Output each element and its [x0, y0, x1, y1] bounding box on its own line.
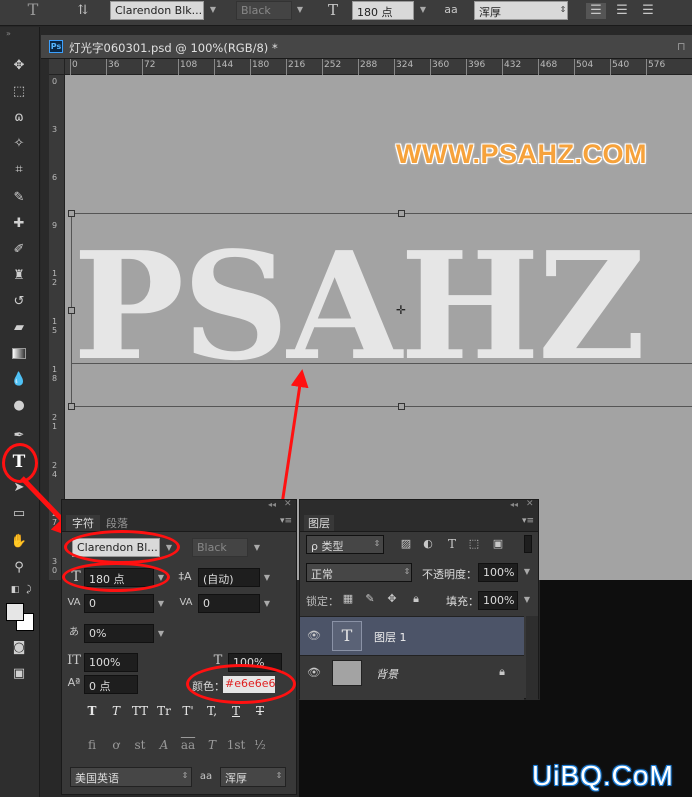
layers-panel-header: ◂◂ ✕ [300, 499, 538, 512]
kerning-icon: VA [67, 597, 81, 608]
layer-thumbnail-text: T [332, 621, 362, 651]
small-caps-button[interactable]: Tr [154, 704, 174, 718]
layer-row-text[interactable]: 👁︎ T 图层 1 [300, 617, 524, 655]
layer-name: 图层 1 [374, 631, 407, 644]
old-style-button[interactable]: ơ [106, 738, 126, 752]
tsume-dropdown-icon[interactable]: ▼ [154, 629, 168, 638]
lock-all-icon[interactable]: 🔒︎ [408, 591, 424, 607]
stylistic-alternates-button[interactable]: aa [178, 738, 198, 752]
layers-scrollbar[interactable] [526, 616, 538, 700]
fractions-button[interactable]: ½ [250, 738, 270, 752]
highlight-type-tool [2, 443, 38, 483]
layer-lock-icon: 🔒︎ [499, 665, 505, 678]
layer-thumbnail-background [332, 660, 362, 686]
ligatures-button[interactable]: fi [82, 738, 102, 752]
subscript-button[interactable]: T, [202, 704, 222, 718]
superscript-button[interactable]: T' [178, 704, 198, 718]
tsume-icon: あ [69, 627, 79, 638]
font-style-dropdown-icon: ▼ [253, 543, 261, 552]
fill-dropdown-icon[interactable]: ▼ [520, 595, 534, 604]
opentype-buttons: fi ơ st A aa T 1st ½ [62, 738, 296, 762]
layers-tab-strip: 图层 ▾≡ [300, 512, 538, 532]
layers-panel: ◂◂ ✕ 图层 ▾≡ ρ 类型 ⇕ ▨ ◐ T ⬚ ▣ 正常 ⇕ 不透明度： 1… [299, 499, 539, 700]
kerning-dropdown-icon[interactable]: ▼ [154, 599, 168, 608]
lock-image-icon[interactable]: ✎ [362, 591, 378, 607]
leading-field[interactable]: (自动) [198, 568, 260, 587]
leading-icon: ‡A [178, 570, 192, 583]
filter-shape-icon[interactable]: ⬚ [466, 536, 482, 552]
character-tab-strip: 字符 段落 ▾≡ [62, 512, 296, 532]
highlight-font-family [64, 530, 180, 564]
layers-list: 👁︎ T 图层 1 👁︎ 背景 🔒︎ [300, 616, 524, 700]
opacity-label: 不透明度： [422, 568, 477, 581]
lock-position-icon[interactable]: ✥ [384, 591, 400, 607]
empty-workspace-lower [299, 700, 540, 797]
text-style-buttons: T T TT Tr T' T, T T [62, 704, 296, 728]
ordinals-button[interactable]: 1st [226, 738, 246, 752]
filter-pixel-icon[interactable]: ▨ [398, 536, 414, 552]
titling-alternates-button[interactable]: T [202, 738, 222, 752]
tracking-field[interactable]: 0 [198, 594, 260, 613]
filter-type-icon[interactable]: T [444, 536, 460, 552]
faux-italic-button[interactable]: T [106, 704, 126, 718]
panel-close-icon[interactable]: ✕ [284, 499, 292, 509]
kerning-field[interactable]: 0 [84, 594, 154, 613]
antialias-label: aa [199, 771, 213, 782]
tracking-dropdown-icon[interactable]: ▼ [260, 599, 274, 608]
fill-field[interactable]: 100% [478, 591, 518, 610]
visibility-eye-icon[interactable]: 👁︎ [306, 665, 322, 681]
highlight-color [186, 664, 296, 704]
tab-character[interactable]: 字符 [66, 515, 100, 531]
filter-smart-object-icon[interactable]: ▣ [490, 536, 506, 552]
lock-label: 锁定： [306, 595, 339, 608]
filter-toggle-icon[interactable] [524, 535, 532, 553]
panel-menu-icon[interactable]: ▾≡ [522, 516, 534, 526]
swash-button[interactable]: A [154, 738, 174, 752]
font-style-select: Black [192, 538, 248, 557]
layer-name: 背景 [376, 668, 398, 681]
vertical-scale-field[interactable]: 100% [84, 653, 138, 672]
vertical-scale-icon: IT [67, 653, 81, 668]
lock-transparent-icon[interactable]: ▦ [340, 591, 356, 607]
panel-close-icon[interactable]: ✕ [526, 499, 534, 509]
antialias-dropdown-icon[interactable]: ⇕ [272, 771, 286, 780]
blend-mode-select[interactable]: 正常 [306, 563, 412, 582]
opacity-dropdown-icon[interactable]: ▼ [520, 567, 534, 576]
character-panel-header: ◂◂ ✕ [62, 499, 296, 512]
fill-label: 填充： [446, 595, 479, 608]
opacity-field[interactable]: 100% [478, 563, 518, 582]
language-dropdown-icon[interactable]: ⇕ [178, 771, 192, 780]
visibility-eye-icon[interactable]: 👁︎ [306, 628, 322, 644]
filter-kind-dropdown-icon[interactable]: ⇕ [370, 539, 384, 548]
strikethrough-button[interactable]: T [250, 704, 270, 718]
tab-layers[interactable]: 图层 [304, 515, 334, 531]
blend-mode-dropdown-icon[interactable]: ⇕ [400, 567, 414, 576]
panel-collapse-icon[interactable]: ◂◂ [268, 500, 276, 509]
filter-adjustment-icon[interactable]: ◐ [420, 536, 436, 552]
panel-collapse-icon[interactable]: ◂◂ [510, 500, 518, 509]
leading-dropdown-icon[interactable]: ▼ [260, 573, 274, 582]
highlight-font-size [62, 562, 170, 592]
tracking-icon: VA [179, 597, 193, 608]
discretionary-ligatures-button[interactable]: st [130, 738, 150, 752]
tsume-field[interactable]: 0% [84, 624, 154, 643]
all-caps-button[interactable]: TT [130, 704, 150, 718]
baseline-shift-icon: Aª [67, 676, 81, 689]
layer-row-background[interactable]: 👁︎ 背景 🔒︎ [300, 655, 524, 689]
language-select[interactable]: 美国英语 [70, 767, 192, 787]
baseline-shift-field[interactable]: 0 点 [84, 675, 138, 694]
faux-bold-button[interactable]: T [82, 704, 102, 718]
panel-menu-icon[interactable]: ▾≡ [280, 516, 292, 526]
tab-paragraph[interactable]: 段落 [106, 515, 128, 531]
uibq-watermark: UiBQ.CoM [532, 760, 674, 791]
underline-button[interactable]: T [226, 704, 246, 718]
